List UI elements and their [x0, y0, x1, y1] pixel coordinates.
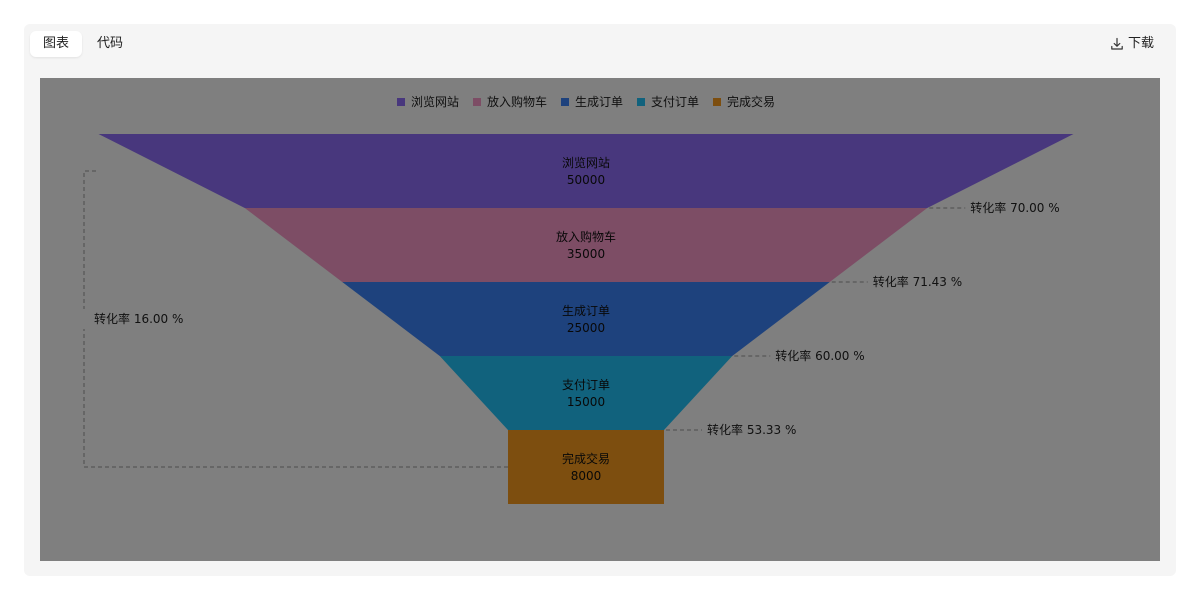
segment-name-1: 放入购物车	[556, 229, 616, 244]
conversion-label-0: 转化率 70.00 %	[970, 200, 1059, 215]
funnel-segment-0	[98, 134, 1074, 208]
tab-code[interactable]: 代码	[86, 31, 134, 57]
legend-swatch-1	[473, 98, 481, 106]
conversion-label-2: 转化率 60.00 %	[775, 348, 864, 363]
legend-swatch-2	[561, 98, 569, 106]
segment-value-0: 50000	[567, 173, 605, 187]
legend-label-1: 放入购物车	[487, 94, 547, 109]
funnel-segment-3	[439, 356, 733, 430]
funnel-svg: 浏览网站 放入购物车 生成订单 支付订单 完成交易浏览网站50000放入购物车35000…	[81, 94, 1074, 504]
overall-conversion-label: 转化率 16.00 %	[94, 311, 183, 326]
legend-swatch-4	[713, 98, 721, 106]
legend-label-4: 完成交易	[727, 94, 775, 109]
conversion-label-3: 转化率 53.33 %	[707, 422, 796, 437]
download-icon	[1110, 37, 1124, 51]
segment-value-1: 35000	[567, 247, 605, 261]
legend-label-2: 生成订单	[575, 95, 623, 109]
toolbar: 图表 代码 下载	[24, 24, 1176, 64]
funnel-chart: 浏览网站 放入购物车 生成订单 支付订单 完成交易 浏览网站 50000 放入购物车 35000…	[40, 78, 1160, 561]
segment-name-2: 生成订单	[562, 304, 610, 318]
segment-name-3: 支付订单	[562, 378, 610, 392]
segment-value-3: 15000	[567, 395, 605, 409]
segment-value-2: 25000	[567, 321, 605, 335]
funnel-segment-4	[508, 430, 664, 504]
legend-label-0: 浏览网站	[411, 94, 459, 109]
funnel-segment-2	[342, 282, 830, 356]
download-button[interactable]: 下载	[1110, 31, 1154, 57]
legend-swatch-3	[637, 98, 645, 106]
legend-label-3: 支付订单	[651, 95, 699, 109]
segment-name-0: 浏览网站	[562, 155, 610, 170]
tab-chart[interactable]: 图表	[30, 31, 82, 57]
chart-panel: 图表 代码 下载 浏览网站 放入购物车 生成订单 支付订单 完成交易 浏览网站 50000 放…	[24, 24, 1176, 576]
segment-value-4: 8000	[571, 469, 602, 483]
segment-name-4: 完成交易	[562, 451, 610, 466]
conversion-label-1: 转化率 71.43 %	[873, 274, 962, 289]
legend-swatch-0	[397, 98, 405, 106]
funnel-segment-1	[244, 208, 928, 282]
download-label: 下载	[1127, 36, 1154, 51]
